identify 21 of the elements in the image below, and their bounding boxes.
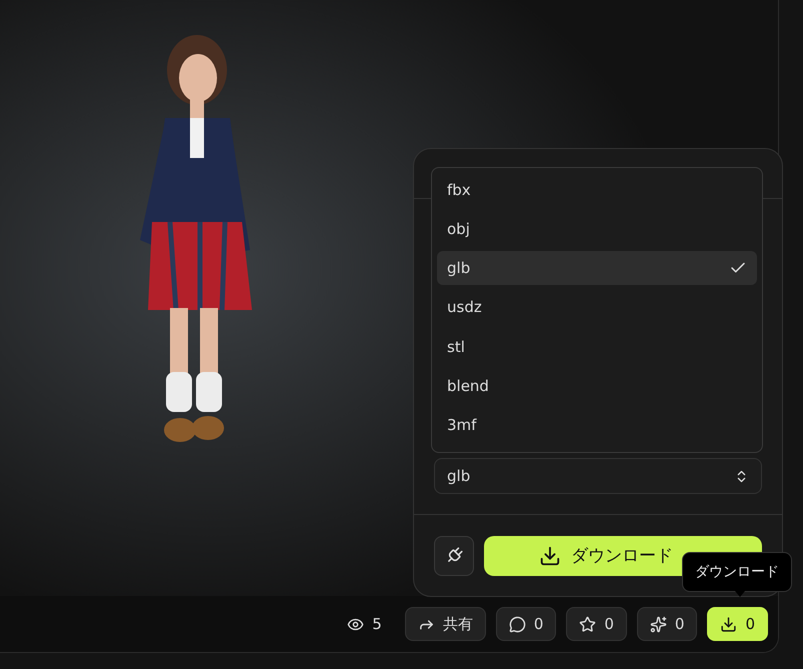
format-option[interactable]: obj [437,212,757,246]
format-option[interactable]: stl [437,330,757,364]
tooltip: ダウンロード [682,552,792,592]
format-select[interactable]: glb [434,458,762,494]
views-button[interactable]: 5 [334,607,395,641]
sparkles-icon [650,616,667,632]
format-option[interactable]: 3mf [437,408,757,442]
download-icon [539,544,561,566]
format-option[interactable]: glb [437,251,757,286]
plugin-button[interactable] [434,536,474,576]
format-option[interactable]: usdz [437,290,757,325]
share-button[interactable]: 共有 [404,607,486,641]
comment-icon [508,616,526,632]
stars-button[interactable]: 0 [566,607,627,641]
remix-button[interactable]: 0 [636,607,698,641]
download-icon [720,616,738,632]
download-button[interactable]: 0 [707,607,768,641]
format-option[interactable]: fbx [437,173,757,208]
format-option[interactable]: blend [437,368,757,403]
star-icon [579,616,596,632]
comments-button[interactable]: 0 [496,607,556,641]
